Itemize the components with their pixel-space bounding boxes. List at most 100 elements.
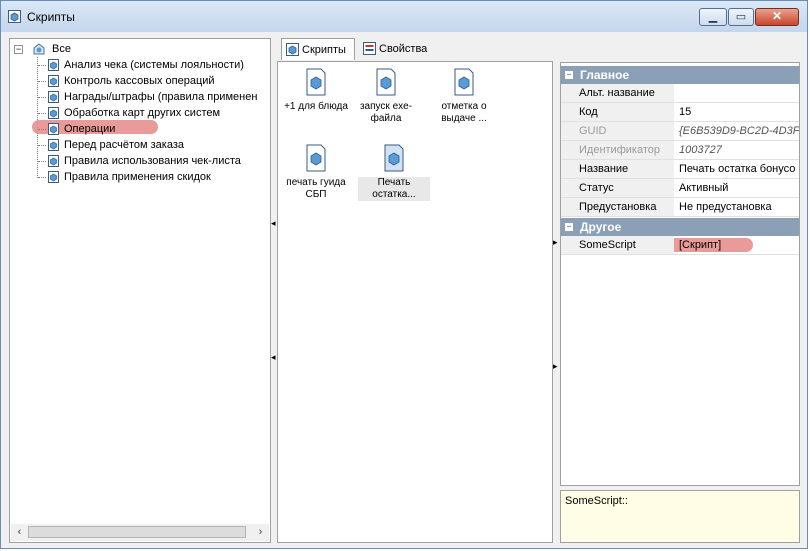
script-item[interactable]: Печать остатка... (358, 144, 430, 201)
scrollbar-thumb[interactable] (28, 526, 246, 538)
window-title: Скрипты (27, 10, 75, 24)
property-name: Код (561, 103, 674, 121)
property-grid[interactable]: Главное Альт. название Код 15 GUID {E6B539D9… (560, 62, 800, 486)
property-value[interactable]: Печать остатка бонусо (675, 160, 799, 178)
category-other[interactable]: Другое (561, 218, 799, 236)
scripts-icon-panel[interactable]: +1 для блюда запуск exe-файла отметка о вы… (277, 61, 553, 543)
tab-scripts[interactable]: Скрипты (281, 38, 355, 60)
right-splitter[interactable]: ▸ ▸ (553, 61, 559, 543)
property-row[interactable]: Статус Активный (561, 179, 799, 198)
script-node-icon (48, 75, 59, 87)
title-bar: Скрипты ▁ ▭ ✕ (1, 1, 807, 32)
script-item[interactable]: +1 для блюда (280, 68, 352, 113)
scripts-window: Скрипты ▁ ▭ ✕ − Все Анализ чека (системы… (0, 0, 808, 549)
property-row[interactable]: Код 15 (561, 103, 799, 122)
scroll-left-icon[interactable]: ‹ (11, 524, 28, 541)
property-name: Альт. название (561, 84, 674, 102)
property-description: SomeScript:: (560, 490, 800, 543)
script-item-label: +1 для блюда (284, 101, 348, 112)
tree-connector (38, 81, 46, 82)
script-item[interactable]: запуск exe-файла (350, 68, 422, 125)
tree-item-label: Награды/штрафы (правила применен (64, 91, 258, 103)
property-value[interactable]: Не предустановка (675, 198, 799, 216)
script-file-icon (376, 68, 396, 96)
property-name: SomeScript (561, 236, 674, 254)
category-main[interactable]: Главное (561, 66, 799, 84)
tree-item-label: Правила применения скидок (64, 171, 211, 183)
collapse-icon[interactable] (565, 71, 573, 79)
property-name: Название (561, 160, 674, 178)
tree-item-label: Обработка карт других систем (64, 107, 221, 119)
folder-icon (33, 43, 45, 55)
tree-connector (38, 129, 46, 130)
script-file-icon (454, 68, 474, 96)
collapse-right-icon-2[interactable]: ▸ (553, 361, 558, 372)
collapse-left-icon-2[interactable]: ◂ (271, 352, 276, 363)
minimize-icon: ▁ (708, 11, 718, 23)
collapse-right-icon[interactable]: ▸ (553, 237, 558, 248)
property-row[interactable]: SomeScript [Скрипт] (561, 236, 799, 255)
property-row[interactable]: Альт. название (561, 84, 799, 103)
property-name: Статус (561, 179, 674, 197)
tree-connector (38, 113, 46, 114)
tree-connector (38, 177, 46, 178)
script-node-icon (48, 91, 59, 103)
property-row[interactable]: Предустановка Не предустановка (561, 198, 799, 217)
properties-tab-icon (363, 42, 376, 55)
collapse-icon[interactable] (565, 223, 573, 231)
tab-label: Скрипты (302, 44, 346, 56)
script-node-icon (48, 59, 59, 71)
tree-connector (38, 161, 46, 162)
maximize-button[interactable]: ▭ (728, 8, 754, 26)
script-item-label: Печать остатка... (372, 177, 416, 200)
property-row[interactable]: Идентификатор 1003727 (561, 141, 799, 160)
script-item-label: отметка о выдаче ... (441, 101, 487, 124)
collapse-left-icon[interactable]: ◂ (271, 218, 276, 229)
script-item-label: запуск exe-файла (359, 101, 413, 124)
tree-horizontal-scrollbar[interactable]: ‹ › (11, 524, 269, 541)
property-name: Идентификатор (561, 141, 674, 159)
tab-label: Свойства (379, 43, 428, 55)
script-tab-icon (286, 43, 299, 56)
script-node-icon (48, 139, 59, 151)
property-name: Предустановка (561, 198, 674, 216)
property-name: GUID (561, 122, 674, 140)
minimize-button[interactable]: ▁ (699, 8, 727, 26)
property-value[interactable]: 1003727 (675, 141, 799, 159)
property-row[interactable]: Название Печать остатка бонусо (561, 160, 799, 179)
tree-item-label: Все (52, 43, 71, 55)
tree-item-label: Правила использования чек-листа (64, 155, 241, 167)
description-text: SomeScript:: (565, 495, 628, 507)
tree-connector (38, 65, 46, 66)
property-value[interactable]: 15 (675, 103, 799, 121)
close-icon: ✕ (771, 9, 783, 23)
tree-item-label: Анализ чека (системы лояльности) (64, 59, 244, 71)
script-file-icon (306, 68, 326, 96)
script-file-icon (384, 144, 404, 172)
category-label: Другое (580, 220, 622, 234)
category-tree[interactable]: − Все Анализ чека (системы лояльности) Ко… (9, 38, 271, 543)
property-row[interactable]: GUID {E6B539D9-BC2D-4D3F (561, 122, 799, 141)
close-button[interactable]: ✕ (755, 8, 799, 26)
tree-connector (37, 57, 38, 178)
property-value[interactable] (675, 84, 799, 102)
script-item-label: печать гуида СБП (286, 177, 346, 200)
scroll-right-icon[interactable]: › (252, 524, 269, 541)
script-node-icon (48, 155, 59, 167)
script-node-icon (48, 107, 59, 119)
script-node-icon (48, 171, 59, 183)
property-value[interactable]: {E6B539D9-BC2D-4D3F (675, 122, 799, 140)
property-value[interactable]: Активный (675, 179, 799, 197)
tab-properties[interactable]: Свойства (359, 38, 439, 60)
tree-item-label: Операции (64, 123, 116, 135)
maximize-icon: ▭ (735, 11, 747, 23)
script-file-icon (306, 144, 326, 172)
tree-connector (38, 97, 46, 98)
script-item[interactable]: отметка о выдаче ... (428, 68, 500, 125)
property-value[interactable]: [Скрипт] (675, 236, 799, 254)
collapse-icon[interactable]: − (14, 45, 23, 54)
tree-item-label: Контроль кассовых операций (64, 75, 215, 87)
script-node-icon (48, 123, 59, 135)
script-item[interactable]: печать гуида СБП (280, 144, 352, 201)
tree-connector (38, 145, 46, 146)
